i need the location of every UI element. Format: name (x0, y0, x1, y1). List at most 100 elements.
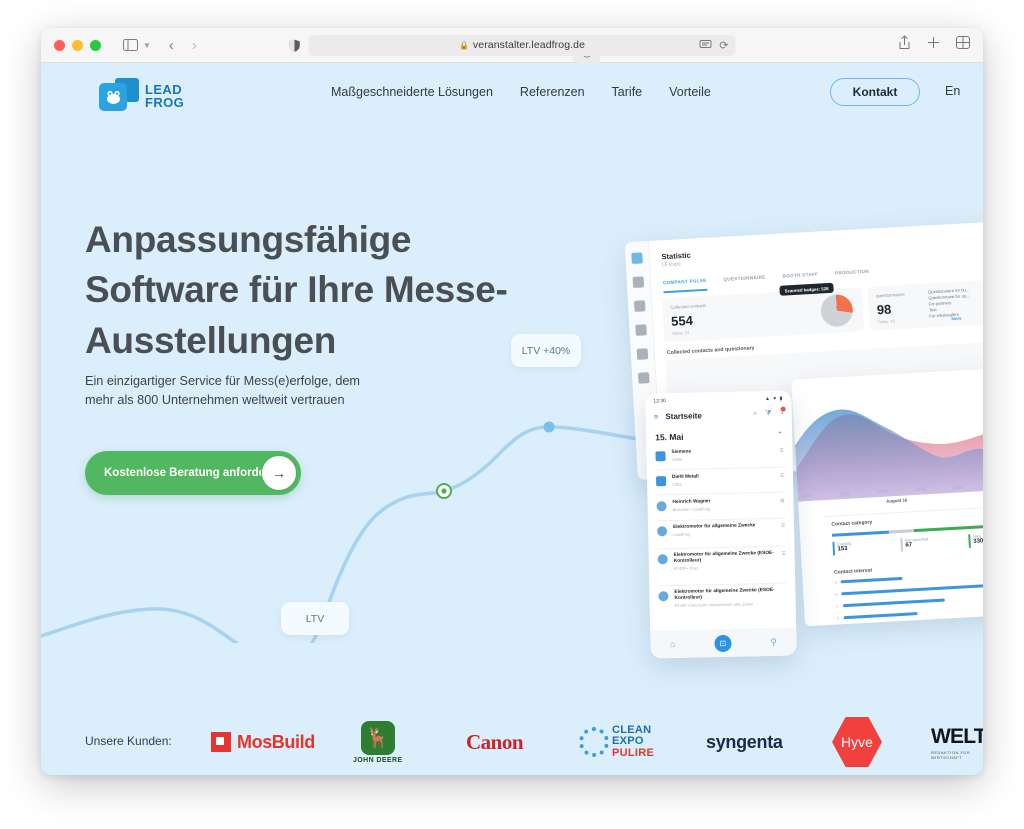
home-icon[interactable]: ⌂ (670, 639, 676, 649)
client-name: JOHN DEERE (353, 756, 403, 764)
area-chart (794, 409, 983, 502)
interest-row: C (836, 598, 945, 608)
tab-booth-staff[interactable]: BOOTH STAFF (782, 272, 818, 279)
dashboard-section-title: Collected contacts and questionary (666, 345, 755, 357)
legend-item-not-specified: Not specified 67 (900, 534, 969, 552)
scan-icon[interactable]: ⊡ (714, 634, 732, 652)
contact-button[interactable]: Kontakt (830, 78, 920, 106)
product-icon (658, 591, 669, 602)
nav-item-tarife[interactable]: Tarife (612, 85, 643, 99)
list-item[interactable]: Elektromotor für allgemeine Zwecke (ESOE… (649, 587, 795, 609)
sidebar-toggle-icon[interactable] (123, 39, 138, 51)
person-icon (656, 501, 667, 512)
client-logo-john-deere: 🦌 JOHN DEERE (353, 720, 403, 764)
x-tick: 16:00 (915, 486, 926, 493)
request-consultation-button[interactable]: Kostenlose Beratung anfordern → (85, 451, 301, 495)
sidebar-icon-booth[interactable] (633, 300, 646, 312)
list-item-name: Elektromotor für allgemeine Zwecke (ESOE… (673, 550, 774, 564)
chart-label-ltv: LTV (281, 602, 349, 635)
card-collected-contacts: Collected contacts 554 Today: 24 (661, 287, 864, 343)
mobile-tab-bar: ⌂ ⊡ ⚲ (650, 627, 797, 659)
list-item-meta: Besucher • LeadFrog (672, 506, 711, 513)
x-tick: 10:00 (801, 492, 812, 499)
new-tab-icon[interactable] (927, 36, 940, 54)
dashboard-tabs: COMPANY PULSE QUESTIONNAIRE BOOTH STAFF … (663, 269, 869, 286)
client-logo-canon: Canon (466, 720, 524, 764)
clients-label: Unsere Kunden: (85, 734, 172, 748)
window-controls (54, 39, 101, 51)
language-switcher[interactable]: En (945, 84, 960, 98)
close-window-button[interactable] (54, 39, 65, 51)
client-logo-mosbuild: MosBuild (211, 720, 315, 764)
legend-value: 330 (973, 538, 983, 545)
list-item-meta: RT400 • Das kann Unternehmen aller Ziele… (674, 601, 754, 609)
list-item[interactable]: Heinrich Wagner Besucher • LeadFrog ▤ (647, 497, 793, 513)
hamburger-icon[interactable]: ≡ (654, 412, 659, 421)
chevron-up-icon[interactable]: ⌃ (777, 431, 783, 439)
deer-icon: 🦌 (360, 720, 395, 755)
search-icon[interactable]: ⌕ (753, 410, 757, 418)
legend-color-swatch (900, 537, 903, 552)
dashboard-title: Statistic (661, 250, 691, 262)
list-item-action-icon[interactable]: ☰ (780, 473, 784, 479)
nav-item-referenzen[interactable]: Referenzen (520, 85, 585, 99)
tab-questionnaire[interactable]: QUESTIONNAIRE (723, 275, 765, 282)
forward-button[interactable]: › (192, 37, 197, 54)
legend-item-existing: Existing 153 (832, 538, 901, 556)
chevron-down-icon[interactable]: ▼ (143, 41, 151, 50)
sidebar-icon-statistics[interactable] (631, 252, 643, 264)
more-link[interactable]: More (951, 316, 961, 322)
filter-icon[interactable]: ⧩ (765, 410, 771, 418)
card-footnote: Today: 10 (877, 318, 895, 325)
tab-production[interactable]: PRODUCTION (835, 269, 869, 276)
back-button[interactable]: ‹ (169, 37, 174, 54)
interest-bar (842, 598, 945, 608)
tab-overview-icon[interactable] (956, 36, 970, 54)
list-item-action-icon[interactable]: ☰ (782, 551, 786, 557)
list-item-action-icon[interactable]: ☰ (781, 523, 785, 529)
list-item[interactable]: Elektromotor für allgemeine Zwecke (ESOE… (649, 550, 795, 572)
bar-segment-existing (831, 530, 889, 537)
mosbuild-mark-icon (211, 732, 231, 752)
maximize-window-button[interactable] (90, 39, 101, 51)
x-tick: 18:00 (953, 484, 964, 490)
sidebar-icon-help[interactable] (637, 372, 650, 384)
list-item[interactable]: Siemens JUNB ☰ (646, 447, 792, 463)
nav-item-vorteile[interactable]: Vorteile (669, 85, 711, 99)
privacy-shield-icon[interactable] (289, 39, 301, 52)
list-item-action-icon[interactable]: ☰ (779, 448, 783, 454)
notification-badge (780, 406, 786, 412)
card-value: 98 (876, 301, 892, 318)
card-label: questionnaires (875, 291, 905, 299)
sidebar-icon-settings[interactable] (636, 348, 649, 360)
list-item-meta: RT400 • Graz (673, 565, 699, 572)
sidebar-icon-company[interactable] (632, 276, 645, 288)
reader-view-icon[interactable] (699, 36, 713, 54)
legend-item-new: New 330 (968, 530, 983, 549)
url-input[interactable]: 🔒 veranstalter.leadfrog.de ⟳ (308, 34, 736, 56)
page-title: Anpassungsfähige Software für Ihre Messe… (85, 219, 508, 361)
tab-underline (663, 288, 708, 293)
card-label: Collected contacts (670, 302, 707, 310)
sidebar-icon-reports[interactable] (635, 324, 647, 336)
mobile-app-bar: ≡ Startseite ⌕ ⧩ ◔ (646, 404, 792, 425)
tab-company-pulse[interactable]: COMPANY PULSE (663, 278, 707, 285)
nav-item-loesungen[interactable]: Maßgeschneiderte Lösungen (331, 85, 493, 99)
list-item[interactable]: Elektromotor für allgemeine Zwecke LeadF… (648, 522, 794, 538)
list-item-action-icon[interactable]: ▤ (780, 498, 784, 504)
status-icons: ▲ ♥ ▮ (764, 395, 784, 403)
share-icon[interactable] (898, 35, 911, 55)
questionnaire-row-label: Test (928, 307, 937, 313)
list-item[interactable]: Diehl Metall C364 ☰ (647, 472, 793, 488)
browser-toolbar: ▼ ‹ › 🔒 veranstalter.leadfrog.de ⟳ (41, 28, 983, 63)
card-footnote: Today: 24 (671, 329, 690, 336)
chart-label-ltv-plus: LTV +40% (511, 334, 581, 367)
person-icon[interactable]: ⚲ (770, 636, 777, 647)
site-logo[interactable]: LEAD FROG (99, 78, 184, 114)
company-icon (655, 451, 666, 462)
list-item-meta: JUNB (671, 457, 683, 463)
minimize-window-button[interactable] (72, 39, 83, 51)
reload-icon[interactable]: ⟳ (719, 39, 728, 52)
bell-icon[interactable]: ◔ (779, 406, 786, 417)
interest-label: D (836, 615, 840, 621)
